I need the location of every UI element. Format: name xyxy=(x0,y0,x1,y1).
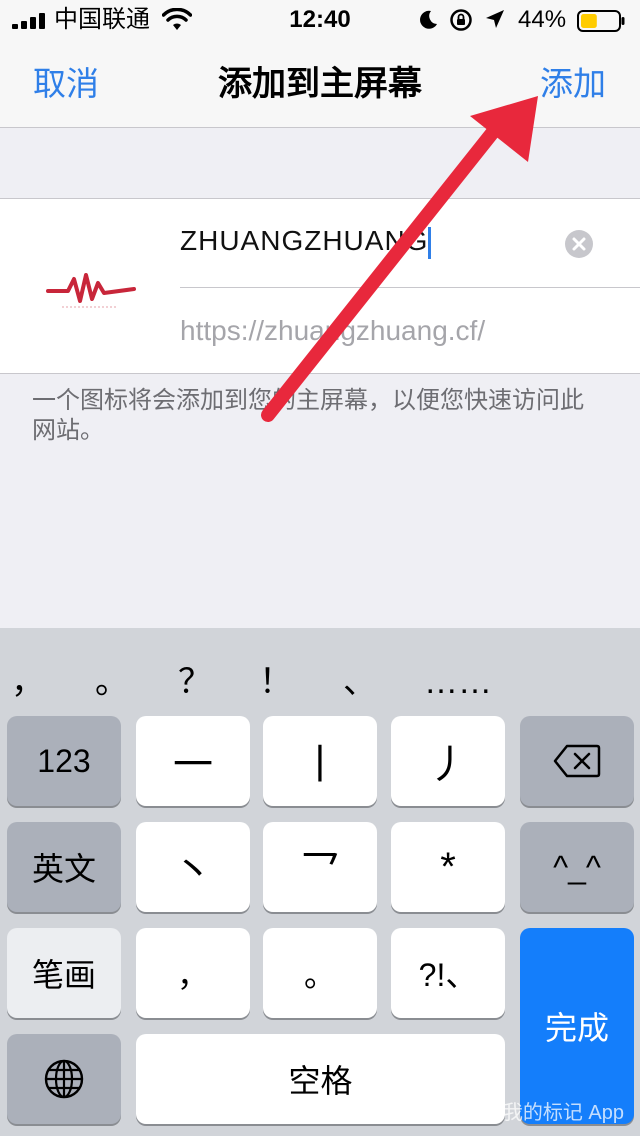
delete-button[interactable] xyxy=(520,716,634,806)
suggestion-item[interactable]: ！ xyxy=(259,664,293,700)
key-stroke-dot[interactable]: 丶 xyxy=(136,822,250,912)
chinese-stroke-keyboard: ， 。 ？ ！ 、 …… 123 一 丨 丿 英文 丶 乛 * ^_^ 笔画 ，… xyxy=(0,628,640,1136)
status-bar: 中国联通 12:40 44% xyxy=(0,0,640,40)
shortcut-name-input[interactable]: ZHUANGZHUANG xyxy=(180,221,570,261)
suggestion-item[interactable]: ， xyxy=(11,664,45,700)
key-numbers[interactable]: 123 xyxy=(7,716,121,806)
key-comma[interactable]: ， xyxy=(136,928,250,1018)
field-divider xyxy=(180,287,640,288)
key-stroke-horizontal[interactable]: 一 xyxy=(136,716,250,806)
suggestion-item[interactable]: 。 xyxy=(95,664,129,700)
waveform-logo-icon xyxy=(46,273,136,308)
key-stroke-mode[interactable]: 笔画 xyxy=(7,928,121,1018)
key-english[interactable]: 英文 xyxy=(7,822,121,912)
key-stroke-turning[interactable]: 乛 xyxy=(263,822,377,912)
key-emoticon[interactable]: ^_^ xyxy=(520,822,634,912)
suggestion-item[interactable]: 、 xyxy=(343,664,377,700)
navigation-bar: 取消 添加到主屏幕 添加 xyxy=(0,40,640,128)
moon-icon xyxy=(420,10,437,29)
text-caret xyxy=(428,226,432,259)
globe-icon xyxy=(44,1059,84,1099)
rotation-lock-icon xyxy=(450,9,472,31)
key-punctuation[interactable]: ?!、 xyxy=(391,928,505,1018)
help-caption: 一个图标将会添加到您的主屏幕，以便您快速访问此网站。 xyxy=(32,387,584,444)
delete-icon xyxy=(553,744,601,778)
globe-button[interactable] xyxy=(7,1034,121,1124)
clear-text-icon[interactable] xyxy=(564,229,594,259)
suggestion-item[interactable]: …… xyxy=(424,664,492,700)
watermark-text: iMark · 我的标记 App xyxy=(436,1102,624,1124)
shortcut-name-value: ZHUANGZHUANG xyxy=(180,225,429,256)
suggestion-item[interactable]: ？ xyxy=(178,664,212,700)
battery-percent: 44% xyxy=(518,6,567,33)
key-period[interactable]: 。 xyxy=(263,928,377,1018)
site-url: https://zhuangzhuang.cf/ xyxy=(180,315,486,346)
key-stroke-vertical[interactable]: 丨 xyxy=(263,716,377,806)
location-icon xyxy=(486,10,504,28)
done-button[interactable]: 完成 xyxy=(520,928,634,1124)
key-wildcard[interactable]: * xyxy=(391,822,505,912)
add-button[interactable]: 添加 xyxy=(540,64,606,104)
add-to-home-card: ZHUANGZHUANG https://zhuangzhuang.cf/ xyxy=(0,198,640,374)
key-stroke-left-falling[interactable]: 丿 xyxy=(391,716,505,806)
battery-icon xyxy=(577,10,625,32)
